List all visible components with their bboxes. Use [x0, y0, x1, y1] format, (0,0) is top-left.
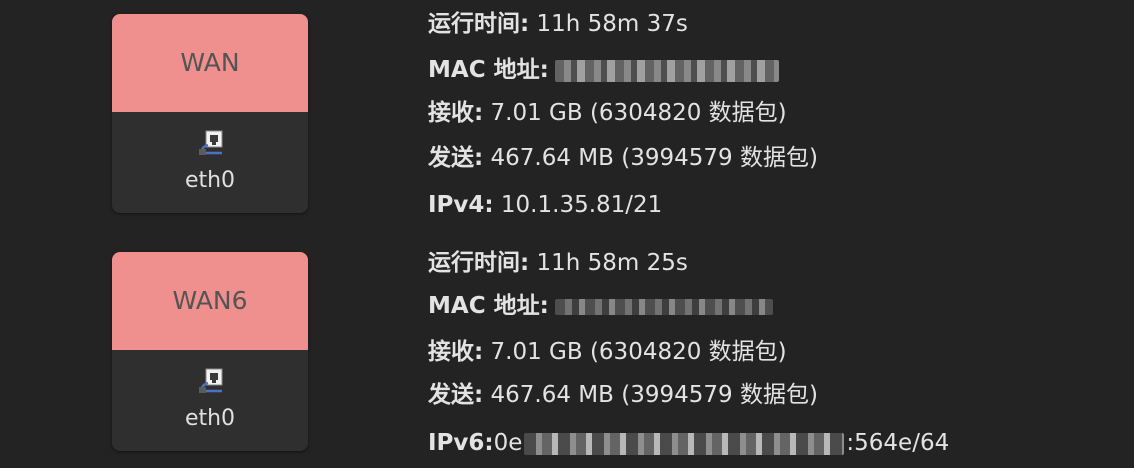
mac-row: MAC 地址:	[428, 291, 773, 321]
tx-row: 发送: 467.64 MB (3994579 数据包)	[428, 380, 818, 410]
ip-redacted	[524, 432, 845, 455]
ip-value: 10.1.35.81/21	[493, 192, 663, 218]
ip-value-suffix: :564e/64	[846, 430, 950, 456]
ethernet-port-icon	[199, 130, 223, 155]
tx-label: 发送:	[428, 145, 484, 171]
mac-redacted	[554, 59, 779, 82]
rx-value: 7.01 GB (6304820 数据包)	[483, 100, 787, 126]
tx-label: 发送:	[428, 382, 484, 408]
tx-value: 467.64 MB (3994579 数据包)	[483, 145, 818, 171]
interface-card-wan6[interactable]: WAN6 eth0	[112, 252, 308, 451]
rx-value: 7.01 GB (6304820 数据包)	[483, 339, 787, 365]
uptime-value: 11h 58m 25s	[529, 250, 688, 276]
ip-value-prefix: 0e	[493, 430, 523, 456]
ip-row: IPv4: 10.1.35.81/21	[428, 190, 662, 220]
ip-row: IPv6:0e :564e/64	[428, 428, 949, 458]
rx-row: 接收: 7.01 GB (6304820 数据包)	[428, 98, 787, 128]
rx-label: 接收:	[428, 100, 484, 126]
interface-card-wan[interactable]: WAN eth0	[112, 14, 308, 213]
interface-device: eth0	[112, 350, 308, 451]
network-interfaces-panel: WAN eth0 WAN6 eth0 运行时间: 11h 58m 37s MAC…	[0, 0, 1134, 468]
mac-redacted	[554, 298, 773, 315]
interface-name: WAN6	[112, 252, 308, 350]
device-name: eth0	[184, 406, 236, 431]
device-name: eth0	[184, 168, 236, 193]
interface-name: WAN	[112, 14, 308, 112]
interface-device: eth0	[112, 112, 308, 213]
uptime-row: 运行时间: 11h 58m 25s	[428, 248, 688, 278]
ip-label: IPv4:	[428, 192, 494, 218]
uptime-row: 运行时间: 11h 58m 37s	[428, 9, 688, 39]
uptime-label: 运行时间:	[428, 250, 530, 276]
tx-value: 467.64 MB (3994579 数据包)	[483, 382, 818, 408]
tx-row: 发送: 467.64 MB (3994579 数据包)	[428, 143, 818, 173]
uptime-value: 11h 58m 37s	[529, 11, 688, 37]
mac-label: MAC 地址:	[428, 57, 549, 83]
ethernet-port-icon	[199, 368, 223, 393]
rx-label: 接收:	[428, 339, 484, 365]
rx-row: 接收: 7.01 GB (6304820 数据包)	[428, 337, 787, 367]
mac-label: MAC 地址:	[428, 293, 549, 319]
mac-row: MAC 地址:	[428, 55, 779, 85]
ip-label: IPv6:	[428, 430, 494, 456]
uptime-label: 运行时间:	[428, 11, 530, 37]
